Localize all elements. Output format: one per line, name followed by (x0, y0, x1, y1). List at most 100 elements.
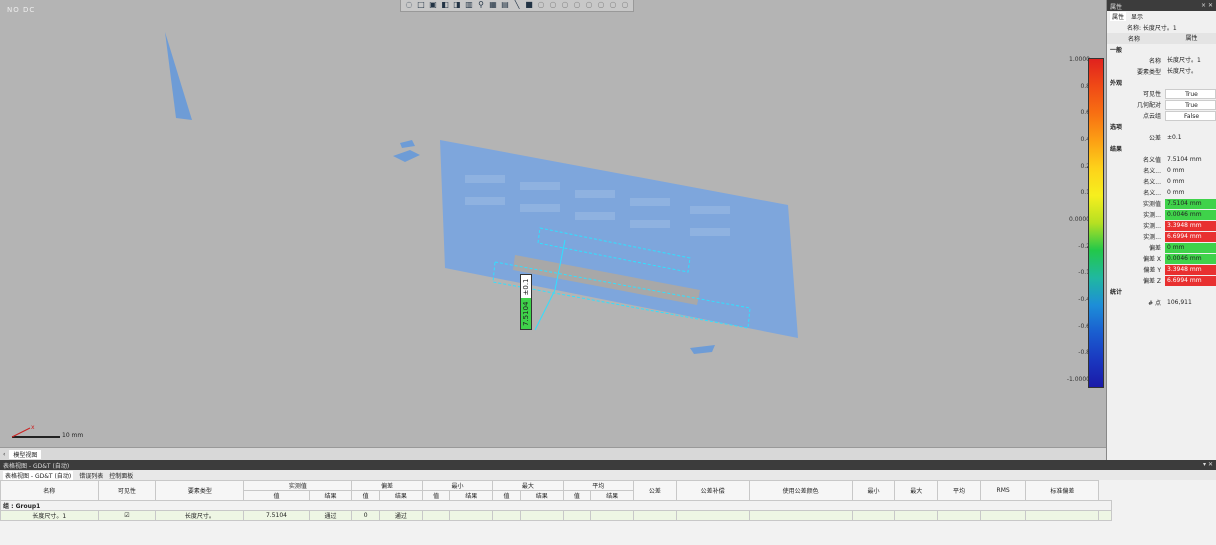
section-label: 外观 (1110, 80, 1123, 87)
axis-x-label: x (31, 424, 35, 431)
props-tabs: 属性 显示 (1107, 11, 1216, 22)
point-cloud-fragment (400, 140, 415, 148)
column-header[interactable]: 最大 (492, 480, 564, 491)
subheader-result: 结果 (308, 490, 353, 501)
column-header[interactable]: 实测值 (243, 480, 353, 491)
subheader-value: 值 (562, 490, 592, 501)
prop-row[interactable]: 偏差 X 0.0046 mm (1107, 253, 1216, 264)
prop-section[interactable]: 结果 (1107, 143, 1216, 154)
column-header[interactable]: 标准偏差 (1025, 480, 1100, 501)
results-table: 名称 可见性 要素类型 实测值 偏差 最小 最大 平均 公差 公差补偿 使用公差颜色 最小 最大 平均 RM… (0, 480, 1112, 521)
cell-dev-result: 通过 (379, 510, 423, 521)
prop-section[interactable]: 外观 (1107, 77, 1216, 88)
col-prop: 属性 (1185, 34, 1198, 42)
column-header[interactable]: 使用公差颜色 (748, 480, 853, 501)
tab-prev-icon[interactable]: ‹ (3, 451, 5, 458)
subheader-result: 结果 (519, 490, 564, 501)
error-list-button[interactable]: 错误列表 (79, 471, 103, 480)
prop-key: 实测... (1143, 212, 1161, 219)
prop-row[interactable]: 名义值 7.5104 mm (1107, 154, 1216, 165)
column-header[interactable]: 平均 (937, 480, 981, 501)
point-cloud-fragment (165, 32, 192, 120)
prop-value: 3.3948 mm (1165, 264, 1216, 275)
prop-section[interactable]: 一般 (1107, 44, 1216, 55)
prop-key: 公差 (1148, 135, 1161, 142)
prop-section[interactable]: 统计 (1107, 286, 1216, 297)
prop-row[interactable]: 实测... 6.6994 mm (1107, 231, 1216, 242)
prop-row[interactable]: 名义... 0 mm (1107, 165, 1216, 176)
tab-model-view[interactable]: 模型视图 (9, 449, 42, 459)
prop-value: True (1165, 99, 1216, 110)
prop-row[interactable]: 几何配对 True (1107, 99, 1216, 110)
prop-row[interactable]: 实测... 0.0046 mm (1107, 209, 1216, 220)
group-label[interactable]: 组 : Group1 (0, 500, 1112, 511)
column-header[interactable]: 最小 (421, 480, 494, 491)
prop-value: 0.0046 mm (1165, 253, 1216, 264)
column-header[interactable]: 公差 (632, 480, 677, 501)
table-toolbar: 表格视图 - GD&T (自动) 错误列表 控制面板 (0, 470, 1216, 480)
prop-key: 可见性 (1142, 91, 1161, 98)
close-icon[interactable]: × ✕ (1201, 2, 1213, 9)
prop-key: 偏差 (1148, 245, 1161, 252)
measurement-label[interactable]: 7.5104 ±0.1 (520, 274, 532, 330)
prop-row[interactable]: 名义... 0 mm (1107, 187, 1216, 198)
prop-row[interactable]: 实测值 7.5104 mm (1107, 198, 1216, 209)
prop-key: 偏差 X (1142, 256, 1161, 263)
prop-row[interactable]: 偏差 Y 3.3948 mm (1107, 264, 1216, 275)
cell-visible[interactable]: ☑ (97, 510, 157, 521)
tab-table-view[interactable]: 表格视图 - GD&T (自动) (3, 470, 74, 480)
column-header[interactable]: 名称 (0, 480, 99, 501)
properties-panel: 属性 × ✕ 属性 显示 名称: 长度尺寸。1 名称 属性 一般 名称 长度尺寸。1 要… (1106, 0, 1216, 460)
props-column-header: 名称 属性 (1107, 33, 1216, 44)
control-panel-button[interactable]: 控制面板 (109, 471, 133, 480)
prop-key: 偏差 Y (1143, 267, 1161, 274)
prop-key: 名称 (1148, 58, 1161, 65)
column-header[interactable]: 偏差 (351, 480, 423, 491)
prop-value: 7.5104 mm (1165, 198, 1216, 209)
column-header[interactable]: 最小 (851, 480, 896, 501)
prop-row[interactable]: 可见性 True (1107, 88, 1216, 99)
selected-name: 名称: 长度尺寸。1 (1127, 25, 1177, 32)
table-view: 表格视图 - GD&T (自动) ▾ ✕ 表格视图 - GD&T (自动) 错误列… (0, 460, 1216, 545)
column-header[interactable]: 最大 (894, 480, 939, 501)
measurement-tolerance: ±0.1 (521, 275, 531, 299)
prop-row[interactable]: 偏差 Z 6.6994 mm (1107, 275, 1216, 286)
prop-row[interactable]: 实测... 3.3948 mm (1107, 220, 1216, 231)
tab-properties[interactable]: 属性 (1110, 12, 1127, 21)
prop-row[interactable]: # 点 106,911 (1107, 297, 1216, 308)
view-tabbar: ‹ 模型视图 (0, 447, 1106, 460)
color-scale-bar[interactable] (1088, 58, 1104, 388)
prop-key: 偏差 Z (1142, 278, 1161, 285)
prop-value: 0 mm (1167, 166, 1185, 174)
subheader-result: 结果 (449, 490, 494, 501)
column-header[interactable]: 可见性 (97, 480, 157, 501)
column-header[interactable]: 公差补偿 (675, 480, 750, 501)
prop-section[interactable]: 选项 (1107, 121, 1216, 132)
prop-value: 0 mm (1165, 242, 1216, 253)
prop-row[interactable]: 要素类型 长度尺寸。 (1107, 66, 1216, 77)
tab-display[interactable]: 显示 (1131, 12, 1143, 21)
prop-row[interactable]: 点云组 False (1107, 110, 1216, 121)
prop-value: True (1165, 88, 1216, 99)
prop-row[interactable]: 名义... 0 mm (1107, 176, 1216, 187)
cell-name: 长度尺寸。1 (0, 510, 99, 521)
panel-controls-icon[interactable]: ▾ ✕ (1203, 461, 1213, 469)
3d-viewport[interactable]: NO DC ◌ □ ▣ ◧ ◨ ▥ ⚲ ▦ ▤ ╲ ■ ○ ○ ○ ○ ○ ○ ○ ○ 10 mm x 7.5104… (0, 0, 1106, 447)
prop-key: 实测... (1143, 234, 1161, 241)
column-header[interactable]: 要素类型 (155, 480, 245, 501)
prop-value: 0.0046 mm (1165, 209, 1216, 220)
col-name: 名称 (1127, 36, 1140, 43)
prop-row[interactable]: 名称 长度尺寸。1 (1107, 55, 1216, 66)
subheader-value: 值 (351, 490, 381, 501)
prop-key: # 点 (1148, 300, 1161, 307)
point-cloud-scene (11, 32, 798, 438)
prop-key: 名义值 (1142, 157, 1161, 164)
prop-value: False (1165, 110, 1216, 121)
prop-row[interactable]: 偏差 0 mm (1107, 242, 1216, 253)
measurement-value: 7.5104 (521, 298, 531, 329)
column-header[interactable]: 平均 (562, 480, 634, 491)
prop-row[interactable]: 公差 ±0.1 (1107, 132, 1216, 143)
table-row[interactable]: 长度尺寸。1 ☑ 长度尺寸。 7.5104 通过 0 通过 (0, 510, 1112, 521)
scalebar-label: 10 mm (62, 432, 84, 439)
column-header[interactable]: RMS (979, 480, 1027, 501)
